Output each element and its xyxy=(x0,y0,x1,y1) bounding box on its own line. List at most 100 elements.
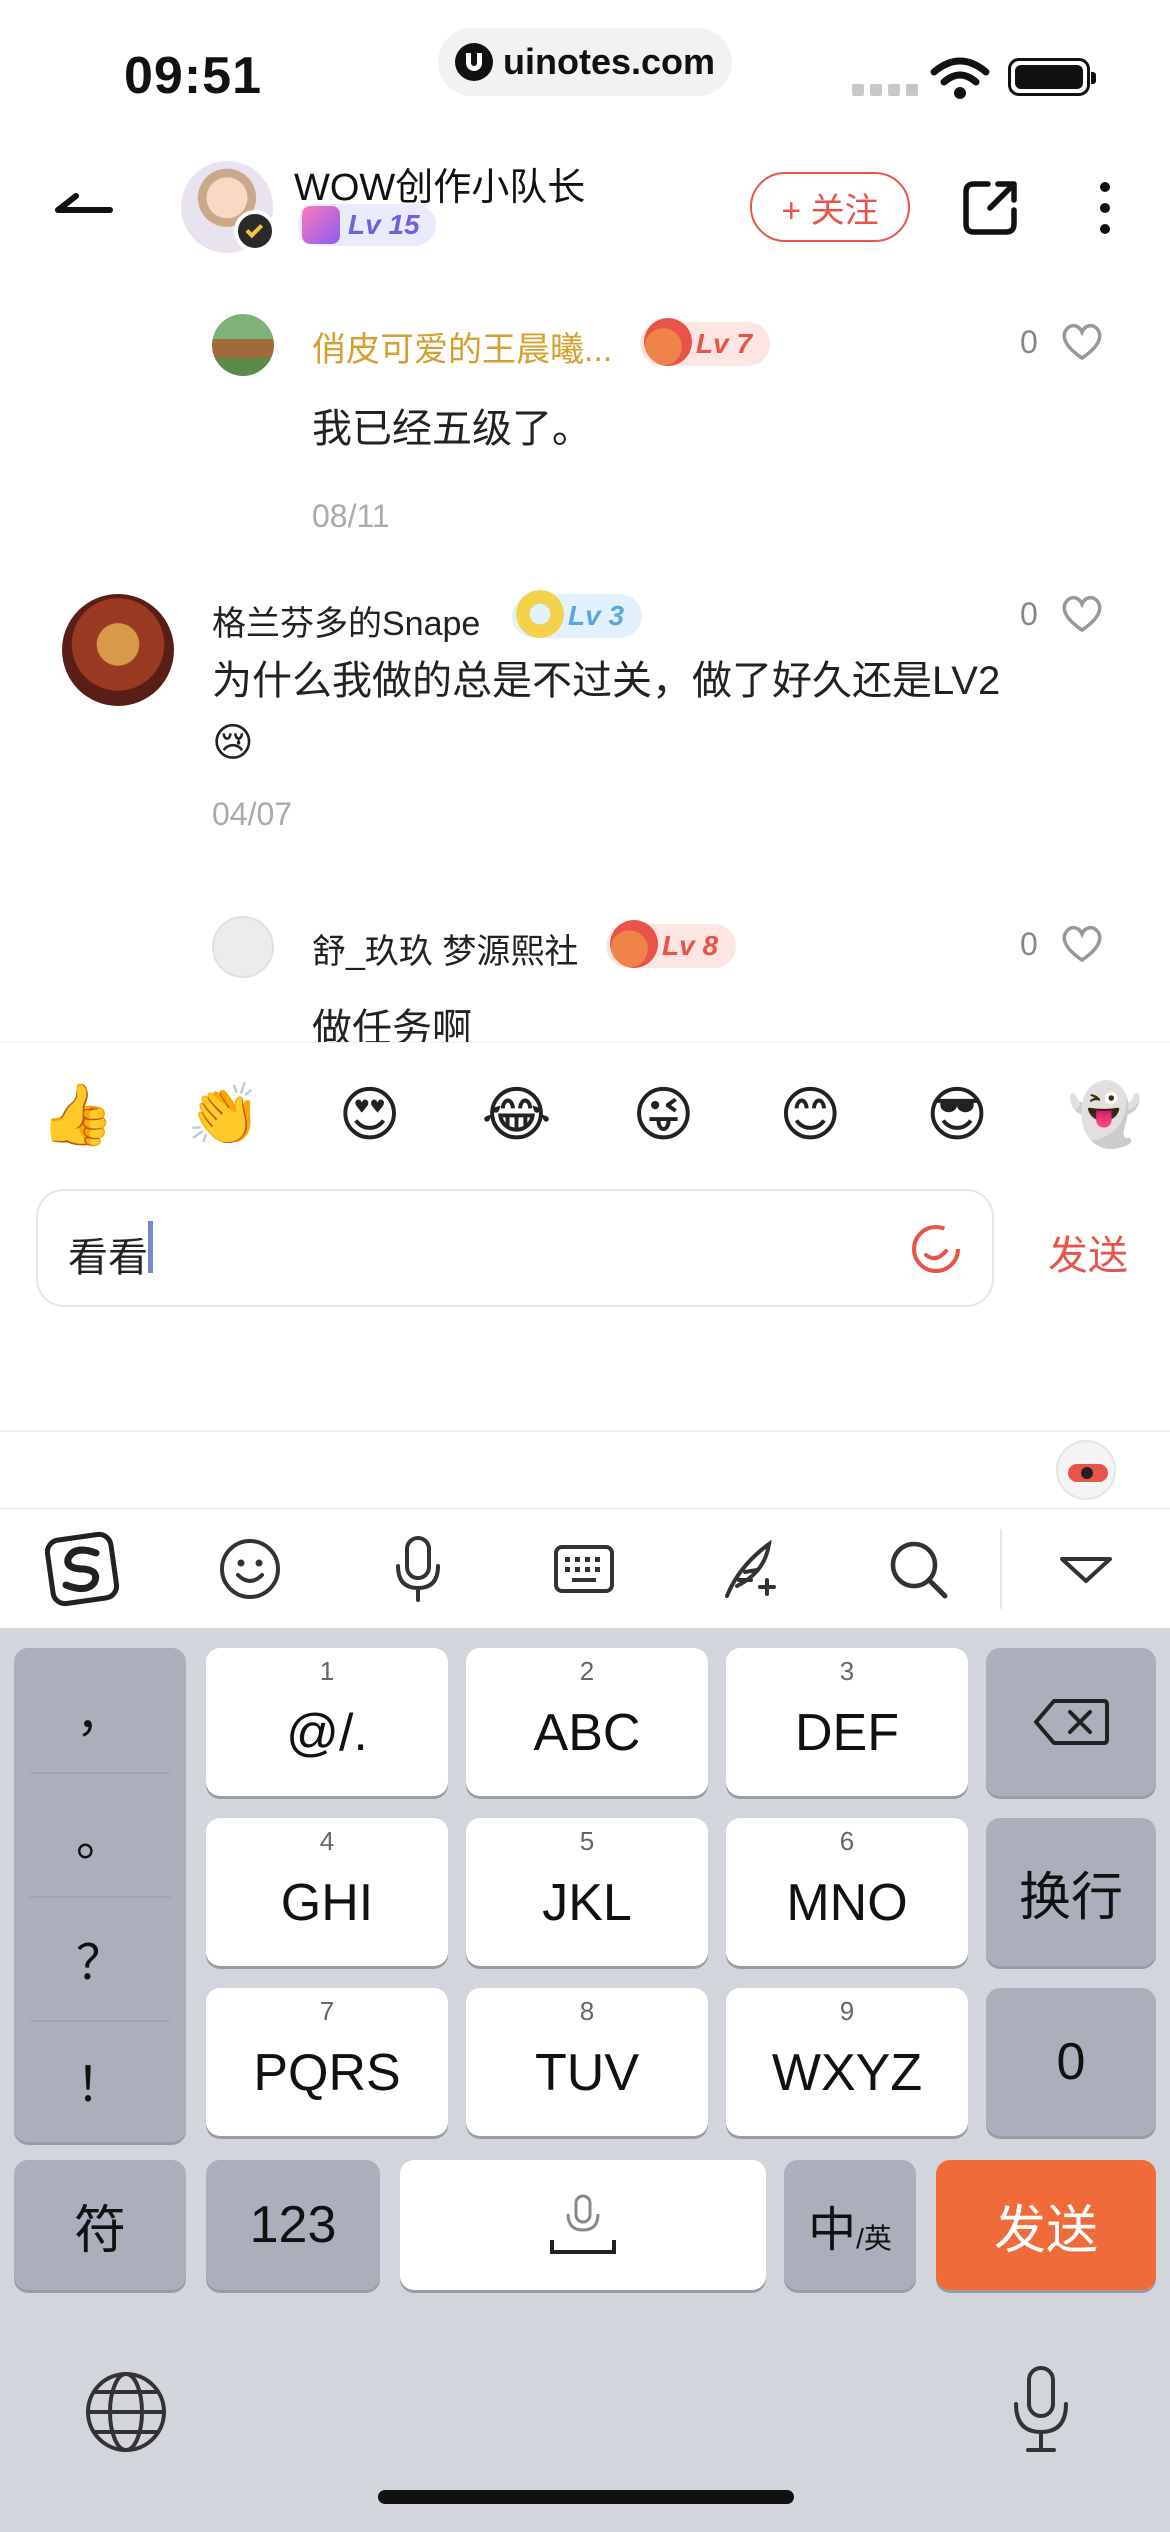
key-period[interactable]: 。 xyxy=(14,1772,186,1896)
level-text: Lv 8 xyxy=(662,930,719,961)
key-number: 4 xyxy=(319,1826,335,1856)
key-6[interactable]: 6 MNO xyxy=(726,1818,968,1966)
cellular-signal-icon xyxy=(852,84,918,96)
key-label: 换行 xyxy=(1018,1868,1123,1927)
keyboard-layout-icon[interactable] xyxy=(546,1531,622,1607)
key-8[interactable]: 8 TUV xyxy=(466,1988,708,2136)
backspace-key[interactable] xyxy=(986,1648,1156,1796)
commenter-avatar[interactable] xyxy=(62,594,174,706)
keyboard-toolbar xyxy=(0,1508,1170,1628)
heart-icon[interactable] xyxy=(1060,594,1104,634)
comment-date: 04/07 xyxy=(212,796,293,832)
comment-text: 我已经五级了。 xyxy=(312,407,592,451)
follow-button[interactable]: + 关注 xyxy=(750,172,910,242)
commenter-level-badge: Lv 3 xyxy=(512,590,643,638)
send-comment-button[interactable]: 发送 xyxy=(1048,1223,1128,1281)
battery-icon xyxy=(1008,58,1096,96)
dictation-mic-icon[interactable] xyxy=(1010,2364,1072,2456)
key-1[interactable]: 1 @/. xyxy=(206,1648,448,1796)
url-pill[interactable]: uinotes.com xyxy=(438,28,732,96)
key-comma[interactable]: ， xyxy=(14,1648,186,1772)
send-key[interactable]: 发送 xyxy=(936,2160,1156,2290)
level-text: Lv 7 xyxy=(696,328,753,359)
search-icon[interactable] xyxy=(880,1531,956,1607)
smiling-emoji[interactable]: 😊 xyxy=(774,1079,846,1151)
key-3[interactable]: 3 DEF xyxy=(726,1648,968,1796)
emoji-face-icon[interactable] xyxy=(212,1531,288,1607)
key-0[interactable]: 0 xyxy=(986,1988,1156,2136)
comment-reply: 舒_玖玖 梦源熙社 Lv 8 0 做任务啊 xyxy=(0,880,1170,1042)
winking-tongue-emoji[interactable]: 😜 xyxy=(627,1079,699,1151)
newline-key[interactable]: 换行 xyxy=(986,1818,1156,1966)
comment-text: 做任务啊 xyxy=(312,1007,472,1042)
key-4[interactable]: 4 GHI xyxy=(206,1818,448,1966)
commenter-avatar[interactable] xyxy=(212,916,274,978)
key-exclamation[interactable]: ！ xyxy=(14,2018,186,2142)
more-options-icon[interactable] xyxy=(1090,178,1120,238)
home-indicator[interactable] xyxy=(378,2490,794,2504)
key-5[interactable]: 5 JKL xyxy=(466,1818,708,1966)
comment-input[interactable]: 看看 xyxy=(36,1189,994,1307)
handwriting-quill-icon[interactable] xyxy=(714,1531,790,1607)
ghost-emoji[interactable]: 👻 xyxy=(1068,1079,1143,1151)
symbols-key[interactable]: 符 xyxy=(14,2160,186,2290)
share-icon[interactable] xyxy=(960,178,1020,238)
punctuation-column: ， 。 ？ ！ xyxy=(14,1648,186,2142)
site-logo-icon xyxy=(454,43,493,81)
status-time: 09:51 xyxy=(124,47,262,105)
comment-list: 俏皮可爱的王晨曦... Lv 7 0 我已经五级了。 08/11 格兰芬多的Sn… xyxy=(0,270,1170,1042)
key-label: ABC xyxy=(533,1704,641,1762)
lang-sub-label: /英 xyxy=(856,2223,892,2254)
level-text: Lv 3 xyxy=(568,600,625,631)
commenter-name[interactable]: 格兰芬多的Snape xyxy=(212,596,480,645)
comment-input-value: 看看 xyxy=(68,1236,148,1280)
key-label: 0 xyxy=(1056,2033,1086,2091)
key-number: 9 xyxy=(839,1996,855,2026)
heart-eyes-emoji[interactable]: 😍 xyxy=(334,1079,406,1151)
status-bar: 09:51 uinotes.com xyxy=(0,0,1170,140)
heart-icon[interactable] xyxy=(1060,322,1104,362)
author-name[interactable]: WOW创作小队长 xyxy=(294,156,585,211)
space-key[interactable] xyxy=(400,2160,766,2290)
globe-icon[interactable] xyxy=(84,2370,168,2454)
key-number: 3 xyxy=(839,1656,855,1686)
tears-of-joy-emoji[interactable]: 😂 xyxy=(481,1079,553,1151)
wifi-icon xyxy=(930,57,990,99)
thumbs-up-emoji[interactable]: 👍 xyxy=(40,1079,115,1151)
profile-header: WOW创作小队长 Lv 15 + 关注 xyxy=(0,140,1170,270)
heart-icon[interactable] xyxy=(1060,924,1104,964)
sogou-logo-icon[interactable] xyxy=(44,1531,120,1607)
sunglasses-emoji[interactable]: 😎 xyxy=(921,1079,993,1151)
numbers-key[interactable]: 123 xyxy=(206,2160,380,2290)
mascot-icon[interactable] xyxy=(1056,1440,1116,1500)
toolbar-separator xyxy=(1000,1529,1002,1609)
comment-composer: 👍 👏 😍 😂 😜 😊 😎 👻 看看 发送 xyxy=(0,1042,1170,1432)
hide-keyboard-chevron-icon[interactable] xyxy=(1048,1531,1124,1607)
microphone-icon[interactable] xyxy=(380,1531,456,1607)
commenter-level-badge: Lv 7 xyxy=(640,318,771,366)
comment-text: 为什么我做的总是不过关，做了好久还是LV2 😢 xyxy=(212,650,1112,774)
clapping-emoji[interactable]: 👏 xyxy=(187,1079,262,1151)
verified-badge-icon xyxy=(234,210,276,252)
crying-emoji: 😢 xyxy=(212,721,254,765)
like-count: 0 xyxy=(1020,324,1038,360)
key-number: 1 xyxy=(319,1656,335,1686)
key-label: JKL xyxy=(542,1874,632,1932)
key-label: PQRS xyxy=(253,2044,401,2102)
nine-key-keyboard: ， 。 ？ ！ 1 @/. 2 ABC 3 DEF 4 GHI 5 JKL 6 … xyxy=(0,1628,1170,2532)
back-arrow-icon[interactable] xyxy=(50,182,120,232)
key-label: TUV xyxy=(535,2044,639,2102)
comment-date: 08/11 xyxy=(312,498,390,534)
commenter-name[interactable]: 俏皮可爱的王晨曦... xyxy=(312,322,612,371)
key-2[interactable]: 2 ABC xyxy=(466,1648,708,1796)
commenter-name[interactable]: 舒_玖玖 梦源熙社 xyxy=(312,924,578,973)
key-label: MNO xyxy=(786,1874,908,1932)
commenter-avatar[interactable] xyxy=(212,314,274,376)
key-question[interactable]: ？ xyxy=(14,1896,186,2020)
like-count: 0 xyxy=(1020,596,1038,632)
language-switch-key[interactable]: 中 /英 xyxy=(784,2160,916,2290)
backspace-icon xyxy=(1034,1699,1109,1745)
key-number: 5 xyxy=(579,1826,595,1856)
key-9[interactable]: 9 WXYZ xyxy=(726,1988,968,2136)
key-7[interactable]: 7 PQRS xyxy=(206,1988,448,2136)
